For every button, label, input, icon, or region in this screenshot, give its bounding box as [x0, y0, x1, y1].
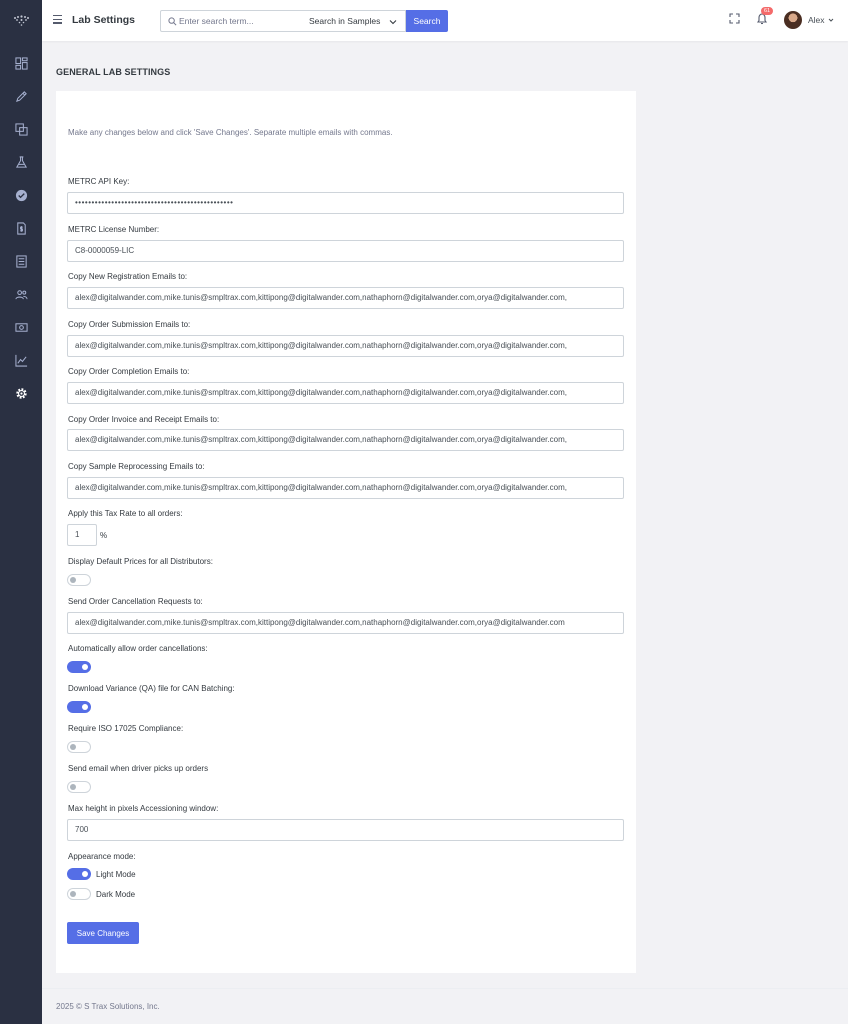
search-scope-label: Search in Samples: [309, 16, 381, 26]
logo-icon[interactable]: [13, 13, 30, 27]
sidebar-item-verified[interactable]: [14, 188, 28, 202]
search-input[interactable]: [179, 14, 297, 28]
variance-file-toggle[interactable]: [67, 701, 91, 713]
cancellation-requests-label: Send Order Cancellation Requests to:: [68, 597, 203, 606]
order-submission-emails-input[interactable]: alex@digitalwander.com,mike.tunis@smpltr…: [67, 335, 624, 357]
sidebar-item-dashboard[interactable]: [14, 56, 28, 70]
fullscreen-icon[interactable]: [729, 13, 740, 24]
dashboard-icon: [14, 56, 28, 70]
iso-compliance-label: Require ISO 17025 Compliance:: [68, 724, 184, 733]
app-title: Lab Settings: [72, 14, 136, 26]
driver-email-toggle[interactable]: [67, 781, 91, 793]
footer-copyright: 2025 © S Trax Solutions, Inc.: [56, 1002, 160, 1011]
light-mode-label: Light Mode: [96, 870, 136, 879]
search-button[interactable]: Search: [406, 10, 448, 32]
auto-cancel-label: Automatically allow order cancellations:: [68, 644, 208, 653]
auto-cancel-toggle[interactable]: [67, 661, 91, 673]
search-scope-select[interactable]: Search in Samples: [301, 10, 406, 32]
dark-mode-label: Dark Mode: [96, 890, 136, 899]
metrc-license-input[interactable]: C8-0000059-LIC: [67, 240, 624, 262]
max-height-label: Max height in pixels Accessioning window…: [68, 804, 219, 813]
metrc-api-key-input[interactable]: ••••••••••••••••••••••••••••••••••••••••…: [67, 192, 624, 214]
sidebar-item-settings[interactable]: [14, 386, 28, 400]
badge-check-icon: [15, 189, 27, 201]
order-completion-emails-label: Copy Order Completion Emails to:: [68, 367, 190, 376]
reprocessing-emails-input[interactable]: alex@digitalwander.com,mike.tunis@smpltr…: [67, 477, 624, 499]
metrc-license-label: METRC License Number:: [68, 225, 160, 234]
default-prices-toggle[interactable]: [67, 574, 91, 586]
search-field[interactable]: [160, 10, 302, 32]
save-changes-button[interactable]: Save Changes: [67, 922, 139, 944]
notification-badge: 61: [761, 7, 773, 15]
chevron-down-icon[interactable]: [828, 17, 834, 23]
settings-card: Make any changes below and click 'Save C…: [56, 91, 636, 973]
money-icon: [14, 322, 28, 332]
tax-rate-label: Apply this Tax Rate to all orders:: [68, 509, 183, 518]
tax-rate-input[interactable]: 1: [67, 524, 97, 546]
tax-rate-unit: %: [100, 531, 108, 540]
sidebar-item-billing[interactable]: [14, 320, 28, 334]
new-registration-emails-input[interactable]: alex@digitalwander.com,mike.tunis@smpltr…: [67, 287, 624, 309]
appearance-mode-label: Appearance mode:: [68, 852, 136, 861]
sidebar-item-invoices[interactable]: [14, 221, 28, 235]
variance-file-label: Download Variance (QA) file for CAN Batc…: [68, 684, 235, 693]
file-dollar-icon: [16, 221, 26, 235]
topbar: Lab Settings Search in Samples Search 61…: [42, 0, 848, 41]
new-registration-emails-label: Copy New Registration Emails to:: [68, 272, 188, 281]
driver-email-label: Send email when driver picks up orders: [68, 764, 209, 773]
avatar[interactable]: [784, 11, 802, 29]
gear-icon: [15, 387, 27, 399]
copy-icon: [14, 122, 28, 136]
menu-toggle-icon[interactable]: [53, 15, 62, 24]
order-completion-emails-input[interactable]: alex@digitalwander.com,mike.tunis@smpltr…: [67, 382, 624, 404]
sidebar-item-edit[interactable]: [14, 89, 28, 103]
sidebar-item-users[interactable]: [14, 287, 28, 301]
footer: 2025 © S Trax Solutions, Inc.: [42, 988, 848, 1024]
metrc-api-key-label: METRC API Key:: [68, 177, 130, 186]
page-title: GENERAL LAB SETTINGS: [56, 67, 171, 77]
light-mode-toggle[interactable]: [67, 868, 91, 880]
pencil-icon: [15, 90, 27, 102]
sidebar-item-list[interactable]: [14, 254, 28, 268]
default-prices-label: Display Default Prices for all Distribut…: [68, 557, 213, 566]
dark-mode-toggle[interactable]: [67, 888, 91, 900]
sidebar-item-reports[interactable]: [14, 353, 28, 367]
sidebar-item-lab[interactable]: [14, 155, 28, 169]
sidebar-item-copy[interactable]: [14, 122, 28, 136]
sidebar: [0, 0, 42, 1024]
users-icon: [14, 289, 28, 299]
flask-icon: [15, 155, 27, 168]
invoice-emails-input[interactable]: alex@digitalwander.com,mike.tunis@smpltr…: [67, 429, 624, 451]
intro-text: Make any changes below and click 'Save C…: [68, 128, 393, 137]
order-submission-emails-label: Copy Order Submission Emails to:: [68, 320, 191, 329]
user-name[interactable]: Alex: [808, 15, 825, 25]
chevron-down-icon: [389, 20, 397, 25]
reprocessing-emails-label: Copy Sample Reprocessing Emails to:: [68, 462, 205, 471]
iso-compliance-toggle[interactable]: [67, 741, 91, 753]
list-icon: [15, 254, 27, 268]
cancellation-requests-input[interactable]: alex@digitalwander.com,mike.tunis@smpltr…: [67, 612, 624, 634]
max-height-input[interactable]: 700: [67, 819, 624, 841]
search-icon: [168, 17, 177, 26]
chart-icon: [14, 354, 27, 367]
invoice-emails-label: Copy Order Invoice and Receipt Emails to…: [68, 415, 220, 424]
